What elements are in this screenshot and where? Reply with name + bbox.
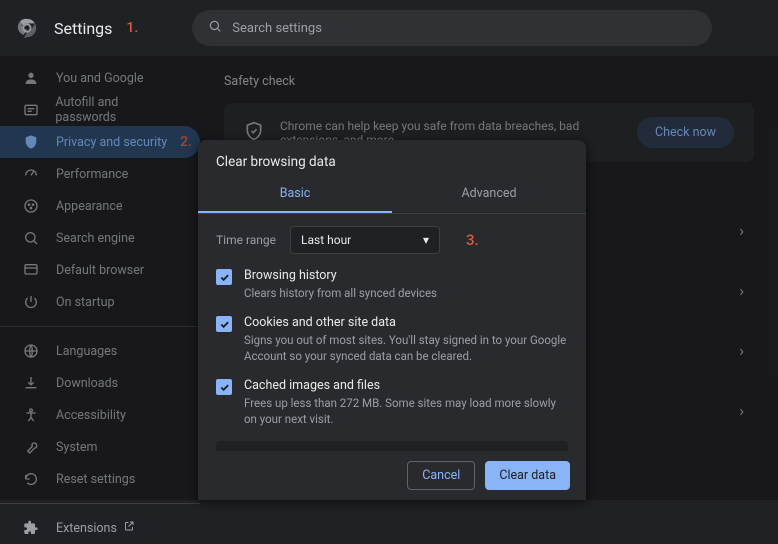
- check-desc: Clears history from all synced devices: [244, 285, 437, 301]
- checkbox-cache[interactable]: [216, 379, 232, 395]
- annotation-1: 1.: [126, 20, 138, 36]
- sidebar-item-extensions[interactable]: Extensions: [0, 512, 200, 544]
- dialog-tabs: Basic Advanced: [198, 176, 586, 213]
- checkbox-cookies[interactable]: [216, 316, 232, 332]
- check-title: Browsing history: [244, 268, 437, 283]
- search-settings-box[interactable]: [192, 10, 712, 46]
- check-row-browsing-history: Browsing history Clears history from all…: [216, 268, 568, 301]
- check-desc: Signs you out of most sites. You'll stay…: [244, 332, 568, 364]
- search-icon: [208, 19, 222, 37]
- cancel-button[interactable]: Cancel: [407, 461, 475, 490]
- dialog-footer: Cancel Clear data: [198, 451, 586, 500]
- sidebar-divider: [0, 503, 200, 504]
- check-title: Cached images and files: [244, 378, 568, 393]
- time-range-select[interactable]: Last hour ▾: [290, 226, 440, 254]
- clear-data-button[interactable]: Clear data: [485, 461, 570, 490]
- time-range-value: Last hour: [301, 233, 351, 247]
- time-range-label: Time range: [216, 233, 276, 247]
- chevron-down-icon: ▾: [423, 233, 429, 247]
- check-row-cookies: Cookies and other site data Signs you ou…: [216, 315, 568, 364]
- check-title: Cookies and other site data: [244, 315, 568, 330]
- clear-browsing-data-dialog: Clear browsing data Basic Advanced Time …: [198, 140, 586, 500]
- dialog-title: Clear browsing data: [198, 140, 586, 176]
- page-title: Settings: [54, 19, 112, 38]
- dialog-body: Time range Last hour ▾ 3. Browsing histo…: [198, 214, 586, 451]
- check-row-cache: Cached images and files Frees up less th…: [216, 378, 568, 427]
- tab-basic[interactable]: Basic: [198, 176, 392, 213]
- chrome-logo-icon: [16, 17, 38, 39]
- extension-icon: [22, 519, 40, 537]
- google-activity-info: G Search history and other forms of acti…: [216, 441, 568, 451]
- search-input[interactable]: [232, 21, 696, 36]
- checkbox-browsing-history[interactable]: [216, 269, 232, 285]
- sidebar-item-label: Extensions: [56, 521, 117, 536]
- header: Settings 1.: [0, 0, 778, 56]
- check-desc: Frees up less than 272 MB. Some sites ma…: [244, 395, 568, 427]
- annotation-3: 3.: [466, 231, 479, 249]
- open-external-icon: [123, 520, 135, 536]
- tab-advanced[interactable]: Advanced: [392, 176, 586, 213]
